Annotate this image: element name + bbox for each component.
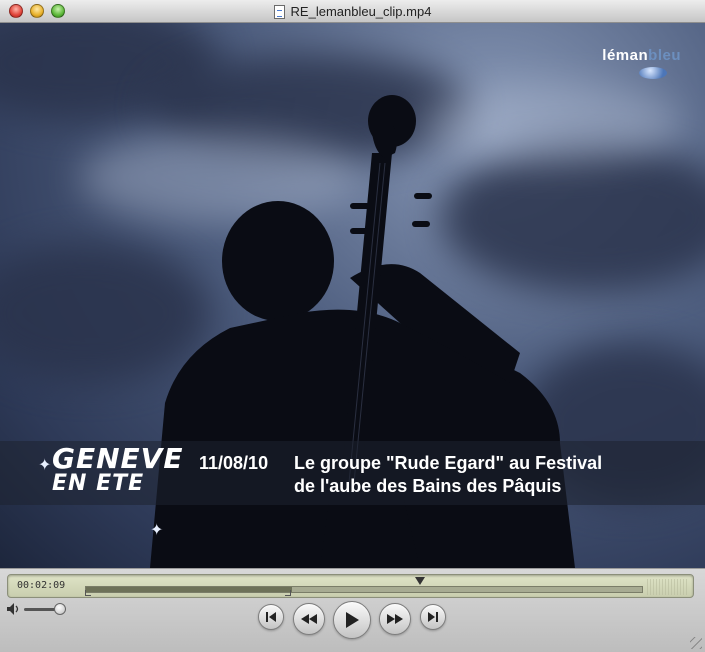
timeline-played bbox=[86, 587, 293, 592]
show-title-line1: GENEVE bbox=[52, 442, 184, 475]
rewind-button[interactable] bbox=[293, 603, 325, 635]
skip-start-icon bbox=[266, 612, 276, 622]
caption-text: Le groupe "Rude Egard" au Festival de l'… bbox=[294, 452, 602, 498]
play-icon bbox=[346, 612, 359, 628]
show-title-line2: EN ETE bbox=[52, 471, 145, 496]
logo-text-bleu: bleu bbox=[648, 47, 681, 64]
speaker-icon[interactable] bbox=[6, 602, 22, 616]
sparkle-icon: ✦ bbox=[38, 457, 52, 474]
logo-text-leman: léman bbox=[602, 47, 649, 64]
rewind-icon bbox=[301, 614, 317, 624]
sparkle-icon: ✦ bbox=[150, 522, 164, 539]
skip-end-icon bbox=[428, 612, 438, 622]
fast-forward-button[interactable] bbox=[379, 603, 411, 635]
title-wrap: RE_lemanbleu_clip.mp4 bbox=[0, 0, 705, 23]
show-title: GENEVE EN ETE bbox=[52, 445, 183, 495]
caption-line1: Le groupe "Rude Egard" au Festival bbox=[294, 453, 603, 473]
go-to-end-button[interactable] bbox=[420, 604, 446, 630]
logo-drop-icon bbox=[639, 67, 667, 79]
selection-start-marker[interactable] bbox=[85, 590, 91, 596]
caption-line2: de l'aube des Bains des Pâquis bbox=[294, 476, 562, 496]
selection-end-marker[interactable] bbox=[285, 590, 292, 596]
title-bar[interactable]: RE_lemanbleu_clip.mp4 bbox=[0, 0, 705, 23]
fast-forward-icon bbox=[387, 614, 403, 624]
time-display: 00:02:09 bbox=[7, 574, 694, 598]
window-title: RE_lemanbleu_clip.mp4 bbox=[290, 4, 432, 19]
timeline-scrubber[interactable] bbox=[85, 586, 643, 593]
playhead-icon[interactable] bbox=[414, 577, 425, 585]
resize-handle[interactable] bbox=[690, 637, 702, 649]
current-time: 00:02:09 bbox=[17, 580, 66, 591]
lcd-grip bbox=[647, 579, 689, 595]
go-to-start-button[interactable] bbox=[258, 604, 284, 630]
document-icon bbox=[273, 4, 285, 19]
caption-date: 11/08/10 bbox=[199, 453, 269, 473]
player-window: RE_lemanbleu_clip.mp4 lémanbleu ✦ ✦ GENE… bbox=[0, 0, 705, 652]
play-button[interactable] bbox=[333, 601, 371, 639]
volume-knob[interactable] bbox=[53, 603, 66, 615]
channel-logo: lémanbleu bbox=[602, 47, 681, 64]
